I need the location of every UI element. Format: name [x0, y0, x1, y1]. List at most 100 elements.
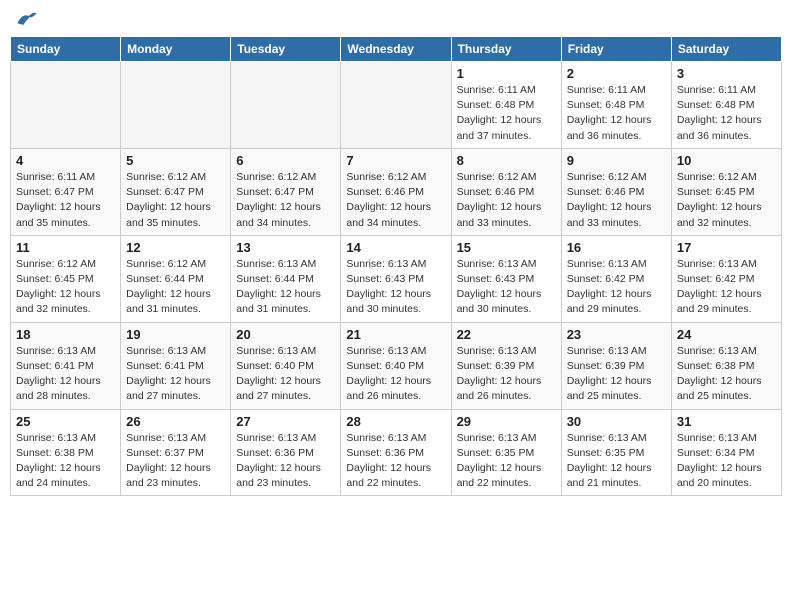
logo [14, 10, 38, 28]
calendar-cell: 6 Sunrise: 6:12 AM Sunset: 6:47 PM Daylig… [231, 148, 341, 235]
day-number: 12 [126, 240, 225, 255]
calendar-cell: 11 Sunrise: 6:12 AM Sunset: 6:45 PM Dayli… [11, 235, 121, 322]
day-number: 15 [457, 240, 556, 255]
day-info: Sunrise: 6:13 AM Sunset: 6:41 PM Dayligh… [126, 344, 225, 405]
calendar-cell: 15 Sunrise: 6:13 AM Sunset: 6:43 PM Dayli… [451, 235, 561, 322]
calendar-week-row: 18 Sunrise: 6:13 AM Sunset: 6:41 PM Dayli… [11, 322, 782, 409]
calendar-cell: 3 Sunrise: 6:11 AM Sunset: 6:48 PM Daylig… [671, 62, 781, 149]
day-info: Sunrise: 6:13 AM Sunset: 6:36 PM Dayligh… [236, 431, 335, 492]
day-number: 11 [16, 240, 115, 255]
day-info: Sunrise: 6:13 AM Sunset: 6:39 PM Dayligh… [567, 344, 666, 405]
calendar-cell: 17 Sunrise: 6:13 AM Sunset: 6:42 PM Dayli… [671, 235, 781, 322]
col-header-wednesday: Wednesday [341, 37, 451, 62]
day-number: 17 [677, 240, 776, 255]
calendar-cell: 8 Sunrise: 6:12 AM Sunset: 6:46 PM Daylig… [451, 148, 561, 235]
day-info: Sunrise: 6:13 AM Sunset: 6:41 PM Dayligh… [16, 344, 115, 405]
day-number: 5 [126, 153, 225, 168]
calendar-cell: 26 Sunrise: 6:13 AM Sunset: 6:37 PM Dayli… [121, 409, 231, 496]
col-header-sunday: Sunday [11, 37, 121, 62]
day-info: Sunrise: 6:12 AM Sunset: 6:46 PM Dayligh… [457, 170, 556, 231]
day-info: Sunrise: 6:13 AM Sunset: 6:40 PM Dayligh… [236, 344, 335, 405]
day-info: Sunrise: 6:13 AM Sunset: 6:43 PM Dayligh… [457, 257, 556, 318]
day-number: 27 [236, 414, 335, 429]
day-number: 6 [236, 153, 335, 168]
calendar-cell: 24 Sunrise: 6:13 AM Sunset: 6:38 PM Dayli… [671, 322, 781, 409]
calendar-cell: 19Sunrise: 6:13 AM Sunset: 6:41 PM Dayli… [121, 322, 231, 409]
day-info: Sunrise: 6:13 AM Sunset: 6:40 PM Dayligh… [346, 344, 445, 405]
day-number: 20 [236, 327, 335, 342]
day-number: 9 [567, 153, 666, 168]
day-info: Sunrise: 6:13 AM Sunset: 6:38 PM Dayligh… [16, 431, 115, 492]
day-number: 16 [567, 240, 666, 255]
calendar-week-row: 1Sunrise: 6:11 AM Sunset: 6:48 PM Daylig… [11, 62, 782, 149]
day-number: 3 [677, 66, 776, 81]
calendar-cell: 12 Sunrise: 6:12 AM Sunset: 6:44 PM Dayli… [121, 235, 231, 322]
day-number: 25 [16, 414, 115, 429]
day-number: 26 [126, 414, 225, 429]
calendar-cell: 31 Sunrise: 6:13 AM Sunset: 6:34 PM Dayli… [671, 409, 781, 496]
day-info: Sunrise: 6:13 AM Sunset: 6:34 PM Dayligh… [677, 431, 776, 492]
day-info: Sunrise: 6:12 AM Sunset: 6:46 PM Dayligh… [346, 170, 445, 231]
day-info: Sunrise: 6:13 AM Sunset: 6:36 PM Dayligh… [346, 431, 445, 492]
day-info: Sunrise: 6:13 AM Sunset: 6:38 PM Dayligh… [677, 344, 776, 405]
calendar-cell: 9 Sunrise: 6:12 AM Sunset: 6:46 PM Daylig… [561, 148, 671, 235]
day-info: Sunrise: 6:13 AM Sunset: 6:37 PM Dayligh… [126, 431, 225, 492]
day-number: 23 [567, 327, 666, 342]
calendar-week-row: 4 Sunrise: 6:11 AM Sunset: 6:47 PM Daylig… [11, 148, 782, 235]
logo-bird-icon [16, 10, 38, 28]
calendar-cell: 14 Sunrise: 6:13 AM Sunset: 6:43 PM Dayli… [341, 235, 451, 322]
col-header-saturday: Saturday [671, 37, 781, 62]
day-number: 7 [346, 153, 445, 168]
day-number: 31 [677, 414, 776, 429]
day-number: 4 [16, 153, 115, 168]
day-number: 22 [457, 327, 556, 342]
calendar-cell: 21Sunrise: 6:13 AM Sunset: 6:40 PM Dayli… [341, 322, 451, 409]
day-info: Sunrise: 6:13 AM Sunset: 6:43 PM Dayligh… [346, 257, 445, 318]
day-info: Sunrise: 6:11 AM Sunset: 6:48 PM Dayligh… [677, 83, 776, 144]
calendar-week-row: 25 Sunrise: 6:13 AM Sunset: 6:38 PM Dayli… [11, 409, 782, 496]
day-info: Sunrise: 6:11 AM Sunset: 6:47 PM Dayligh… [16, 170, 115, 231]
day-number: 10 [677, 153, 776, 168]
calendar-cell: 28 Sunrise: 6:13 AM Sunset: 6:36 PM Dayli… [341, 409, 451, 496]
day-number: 28 [346, 414, 445, 429]
day-number: 24 [677, 327, 776, 342]
day-info: Sunrise: 6:11 AM Sunset: 6:48 PM Dayligh… [457, 83, 556, 144]
day-info: Sunrise: 6:12 AM Sunset: 6:47 PM Dayligh… [236, 170, 335, 231]
calendar-cell: 10 Sunrise: 6:12 AM Sunset: 6:45 PM Dayli… [671, 148, 781, 235]
day-number: 13 [236, 240, 335, 255]
day-info: Sunrise: 6:13 AM Sunset: 6:42 PM Dayligh… [677, 257, 776, 318]
calendar-cell: 1Sunrise: 6:11 AM Sunset: 6:48 PM Daylig… [451, 62, 561, 149]
day-info: Sunrise: 6:13 AM Sunset: 6:39 PM Dayligh… [457, 344, 556, 405]
col-header-tuesday: Tuesday [231, 37, 341, 62]
day-number: 8 [457, 153, 556, 168]
day-info: Sunrise: 6:12 AM Sunset: 6:45 PM Dayligh… [16, 257, 115, 318]
day-info: Sunrise: 6:12 AM Sunset: 6:45 PM Dayligh… [677, 170, 776, 231]
calendar-cell: 22 Sunrise: 6:13 AM Sunset: 6:39 PM Dayli… [451, 322, 561, 409]
col-header-friday: Friday [561, 37, 671, 62]
day-info: Sunrise: 6:11 AM Sunset: 6:48 PM Dayligh… [567, 83, 666, 144]
calendar-cell: 23 Sunrise: 6:13 AM Sunset: 6:39 PM Dayli… [561, 322, 671, 409]
calendar-cell: 7 Sunrise: 6:12 AM Sunset: 6:46 PM Daylig… [341, 148, 451, 235]
header [10, 10, 782, 28]
day-info: Sunrise: 6:13 AM Sunset: 6:35 PM Dayligh… [457, 431, 556, 492]
day-number: 29 [457, 414, 556, 429]
calendar-cell: 18 Sunrise: 6:13 AM Sunset: 6:41 PM Dayli… [11, 322, 121, 409]
calendar-cell: 30 Sunrise: 6:13 AM Sunset: 6:35 PM Dayli… [561, 409, 671, 496]
calendar-cell: 27 Sunrise: 6:13 AM Sunset: 6:36 PM Dayli… [231, 409, 341, 496]
calendar-cell [341, 62, 451, 149]
day-info: Sunrise: 6:13 AM Sunset: 6:35 PM Dayligh… [567, 431, 666, 492]
day-info: Sunrise: 6:12 AM Sunset: 6:47 PM Dayligh… [126, 170, 225, 231]
calendar-cell: 2 Sunrise: 6:11 AM Sunset: 6:48 PM Daylig… [561, 62, 671, 149]
day-number: 30 [567, 414, 666, 429]
col-header-thursday: Thursday [451, 37, 561, 62]
calendar-cell: 16Sunrise: 6:13 AM Sunset: 6:42 PM Dayli… [561, 235, 671, 322]
day-info: Sunrise: 6:12 AM Sunset: 6:44 PM Dayligh… [126, 257, 225, 318]
day-info: Sunrise: 6:12 AM Sunset: 6:46 PM Dayligh… [567, 170, 666, 231]
day-number: 14 [346, 240, 445, 255]
calendar-cell: 25 Sunrise: 6:13 AM Sunset: 6:38 PM Dayli… [11, 409, 121, 496]
calendar-table: SundayMondayTuesdayWednesdayThursdayFrid… [10, 36, 782, 496]
calendar-header-row: SundayMondayTuesdayWednesdayThursdayFrid… [11, 37, 782, 62]
calendar-cell [11, 62, 121, 149]
day-number: 18 [16, 327, 115, 342]
day-number: 2 [567, 66, 666, 81]
